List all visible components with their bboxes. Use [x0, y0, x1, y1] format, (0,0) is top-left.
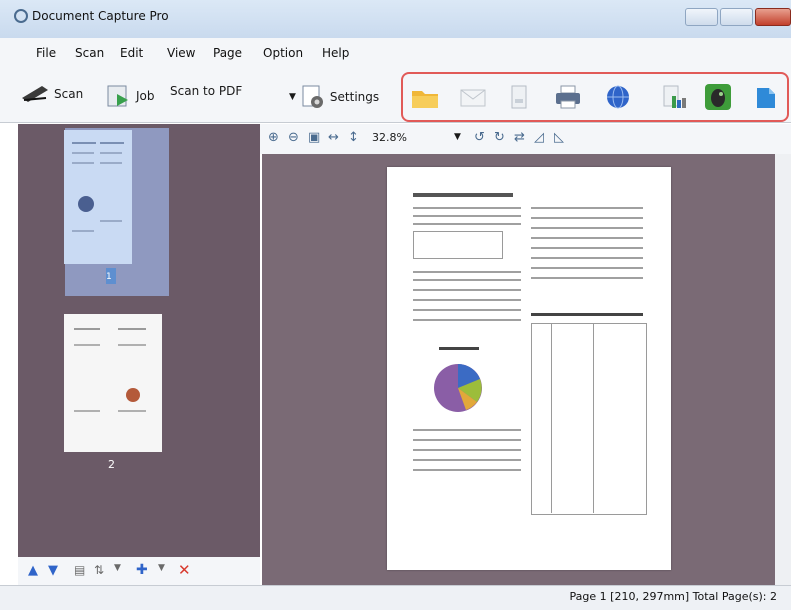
menu-page[interactable]: Page	[213, 46, 242, 60]
skew-left-icon[interactable]: ◿	[534, 130, 544, 145]
sort-icon[interactable]: ⇅	[94, 563, 104, 577]
menu-file[interactable]: File	[36, 46, 56, 60]
app-logo-icon	[14, 9, 28, 23]
menu-option[interactable]: Option	[263, 46, 303, 60]
rotate-left-icon[interactable]: ↺	[474, 130, 485, 145]
fit-width-icon[interactable]: ↔	[328, 130, 339, 145]
dropdown-arrow-icon[interactable]: ▼	[114, 563, 121, 573]
job-icon	[107, 85, 128, 107]
menu-edit[interactable]: Edit	[120, 46, 143, 60]
settings-label: Settings	[329, 90, 380, 104]
evernote-icon[interactable]	[703, 82, 733, 112]
delete-icon[interactable]: ✕	[178, 561, 191, 579]
thumbnail-page-2[interactable]	[64, 314, 162, 452]
flip-icon[interactable]: ⇄	[514, 130, 525, 145]
web-icon[interactable]	[603, 82, 633, 112]
minimize-button[interactable]	[685, 8, 718, 26]
window-title: Document Capture Pro	[32, 9, 169, 23]
zoom-out-icon[interactable]: ⊖	[288, 130, 299, 145]
menu-help[interactable]: Help	[322, 46, 349, 60]
dropdown-arrow-icon: ▼	[289, 92, 296, 102]
zoom-dropdown-icon[interactable]: ▼	[454, 132, 461, 142]
move-down-icon[interactable]: ▼	[48, 563, 58, 578]
job-button[interactable]: Job	[106, 84, 155, 108]
rotate-right-icon[interactable]: ↻	[494, 130, 505, 145]
thumbnail-label-1: 1	[106, 268, 116, 284]
printer-icon[interactable]	[553, 82, 583, 112]
zoom-in-icon[interactable]: ⊕	[268, 130, 279, 145]
email-icon[interactable]	[458, 82, 488, 112]
fit-height-icon[interactable]: ↕	[348, 130, 359, 145]
menu-scan[interactable]: Scan	[75, 46, 104, 60]
thumbnail-tools: ▲ ▼ ▤ ⇅ ▼ ✚ ▼ ✕	[18, 557, 260, 587]
menu-view[interactable]: View	[167, 46, 195, 60]
cloud-icon[interactable]	[751, 82, 781, 112]
thumbnail-pie-icon	[78, 196, 94, 212]
skew-right-icon[interactable]: ◺	[554, 130, 564, 145]
document-grid-table	[531, 323, 647, 515]
close-button[interactable]	[755, 8, 791, 26]
document-icon[interactable]	[504, 82, 534, 112]
move-up-icon[interactable]: ▲	[28, 563, 38, 578]
thumbnail-label-2: 2	[108, 458, 115, 471]
document-page	[387, 167, 671, 570]
dropdown-arrow-icon[interactable]: ▼	[158, 563, 165, 573]
maximize-button[interactable]	[720, 8, 753, 26]
settings-button[interactable]: ▼ Settings	[289, 84, 379, 110]
vertical-scrollbar[interactable]	[775, 154, 791, 585]
thumbnail-pie-icon	[126, 388, 140, 402]
fit-page-icon[interactable]: ▣	[308, 130, 320, 145]
folder-icon[interactable]	[410, 82, 440, 112]
scan-button[interactable]: Scan	[20, 84, 83, 104]
job-label: Job	[136, 89, 155, 103]
status-text: Page 1 [210, 297mm] Total Page(s): 2	[569, 590, 777, 603]
status-bar: Page 1 [210, 297mm] Total Page(s): 2	[0, 585, 791, 610]
title-bar: Document Capture Pro	[0, 0, 791, 38]
menu-bar: File Scan Edit View Page Option Help	[0, 38, 791, 70]
left-margin	[0, 124, 18, 594]
rotate-icon[interactable]: ✚	[136, 562, 148, 578]
scan-label: Scan	[54, 87, 84, 101]
scanner-icon	[22, 86, 48, 102]
settings-icon	[302, 85, 323, 108]
pie-chart-graphic	[434, 364, 482, 412]
scan-to-pdf-label: Scan to PDF	[170, 84, 243, 98]
view-toolbar: ⊕ ⊖ ▣ ↔ ↕ 32.8% ▼ ↺ ↻ ⇄ ◿ ◺	[260, 124, 791, 154]
zoom-level[interactable]: 32.8%	[372, 131, 407, 144]
scan-to-pdf-button[interactable]: Scan to PDF	[170, 84, 242, 98]
document-table	[413, 231, 503, 259]
sharepoint-icon[interactable]	[658, 82, 688, 112]
page-icon[interactable]: ▤	[74, 563, 85, 577]
thumbnail-page-1[interactable]	[64, 130, 132, 264]
